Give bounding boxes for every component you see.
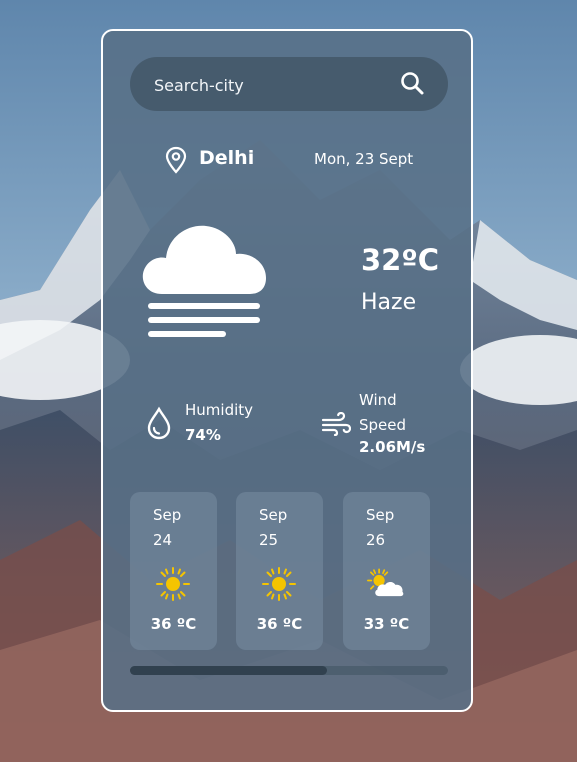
wind-speed-value: 2.06M/s <box>359 438 426 456</box>
current-condition: Haze <box>361 290 417 315</box>
search-button[interactable] <box>398 69 428 99</box>
weather-card: Delhi Mon, 23 Sept 32ºC Haze Humidity 74… <box>101 29 473 712</box>
humidity-label: Humidity <box>185 401 254 419</box>
water-drop-icon <box>147 406 171 440</box>
sun-icon <box>262 567 296 601</box>
location-pin-icon <box>165 146 187 174</box>
search-input[interactable] <box>152 71 396 99</box>
forecast-day: 25 <box>259 531 279 549</box>
forecast-card[interactable]: Sep 25 36 ºC <box>236 492 323 650</box>
scrollbar-thumb[interactable] <box>130 666 327 675</box>
current-date: Mon, 23 Sept <box>314 150 414 168</box>
forecast-temperature: 36 ºC <box>256 615 303 633</box>
forecast-card[interactable]: Sep 26 33 ºC <box>343 492 430 650</box>
current-temperature: 32ºC <box>361 243 439 277</box>
forecast-month: Sep <box>366 506 395 524</box>
wind-speed-label: Wind Speed <box>359 391 407 434</box>
forecast-month: Sep <box>153 506 182 524</box>
partly-cloudy-icon <box>367 568 404 597</box>
humidity-value: 74% <box>185 426 221 444</box>
sun-icon <box>156 567 190 601</box>
forecast-card[interactable]: Sep 24 36 ºC <box>130 492 217 650</box>
forecast-temperature: 33 ºC <box>363 615 410 633</box>
search-icon <box>401 72 424 95</box>
forecast-temperature: 36 ºC <box>150 615 197 633</box>
wind-icon <box>321 412 351 436</box>
forecast-day: 24 <box>153 531 173 549</box>
forecast-scrollbar[interactable] <box>130 666 448 675</box>
haze-cloud-icon <box>142 225 266 337</box>
forecast-month: Sep <box>259 506 288 524</box>
search-bar <box>130 57 448 111</box>
forecast-day: 26 <box>366 531 386 549</box>
city-name: Delhi <box>199 147 255 169</box>
